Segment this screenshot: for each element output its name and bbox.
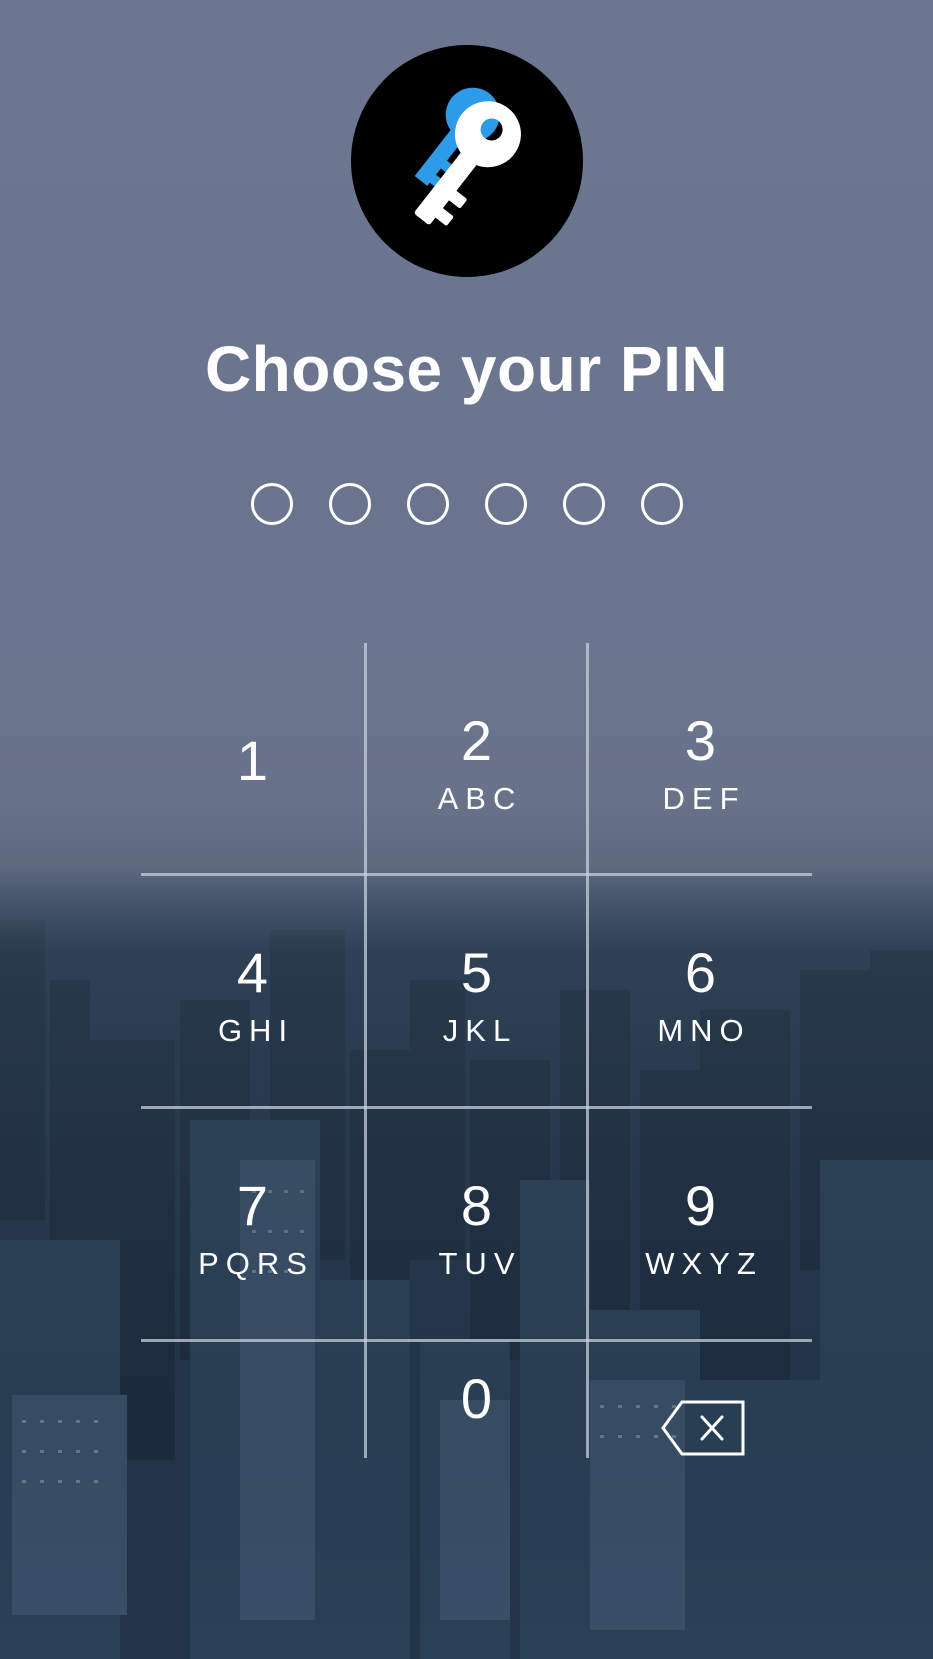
key-digit: 3: [684, 709, 717, 772]
key-letters: PQRS: [198, 1246, 314, 1281]
key-digit: 2: [460, 709, 493, 772]
page-title: Choose your PIN: [204, 333, 729, 405]
app-logo: [351, 45, 583, 277]
pin-slot: [406, 483, 449, 525]
key-digit: 9: [684, 1174, 717, 1237]
key-letters: DEF: [662, 781, 746, 816]
pin-slot: [562, 483, 605, 525]
key-letters: GHI: [217, 1013, 295, 1048]
key-digit: 7: [236, 1174, 269, 1237]
backspace-icon: [661, 1400, 745, 1456]
key-3[interactable]: 3 DEF: [589, 643, 812, 875]
key-6[interactable]: 6 MNO: [589, 875, 812, 1107]
pin-slot: [640, 483, 683, 525]
backspace-button[interactable]: [589, 1341, 812, 1458]
key-digit: 5: [460, 941, 493, 1004]
key-digit: 0: [460, 1367, 493, 1430]
key-1[interactable]: 1: [141, 643, 364, 875]
pin-slot: [250, 483, 293, 525]
key-digit: 1: [236, 729, 269, 792]
key-8[interactable]: 8 TUV: [365, 1108, 588, 1340]
key-letters: ABC: [437, 781, 523, 816]
key-icon: [414, 87, 521, 226]
key-0[interactable]: 0: [365, 1341, 588, 1458]
key-2[interactable]: 2 ABC: [365, 643, 588, 875]
key-letters: MNO: [657, 1013, 751, 1048]
key-letters: TUV: [438, 1246, 522, 1281]
key-9[interactable]: 9 WXYZ: [589, 1108, 812, 1340]
keypad: 1 2 ABC 3 DEF 4 GHI 5 JKL 6 MNO 7 PQRS 8: [141, 643, 812, 1458]
key-7[interactable]: 7 PQRS: [141, 1108, 364, 1340]
key-4[interactable]: 4 GHI: [141, 875, 364, 1107]
key-letters: WXYZ: [645, 1246, 763, 1281]
pin-screen: Choose your PIN 1 2 ABC 3 DEF 4 GHI 5 JK…: [0, 0, 933, 1659]
key-letters: JKL: [442, 1013, 518, 1048]
pin-slot: [328, 483, 371, 525]
pin-slot: [484, 483, 527, 525]
pin-indicator: [0, 483, 933, 525]
key-digit: 8: [460, 1174, 493, 1237]
key-digit: 6: [684, 941, 717, 1004]
key-digit: 4: [236, 941, 269, 1004]
key-5[interactable]: 5 JKL: [365, 875, 588, 1107]
